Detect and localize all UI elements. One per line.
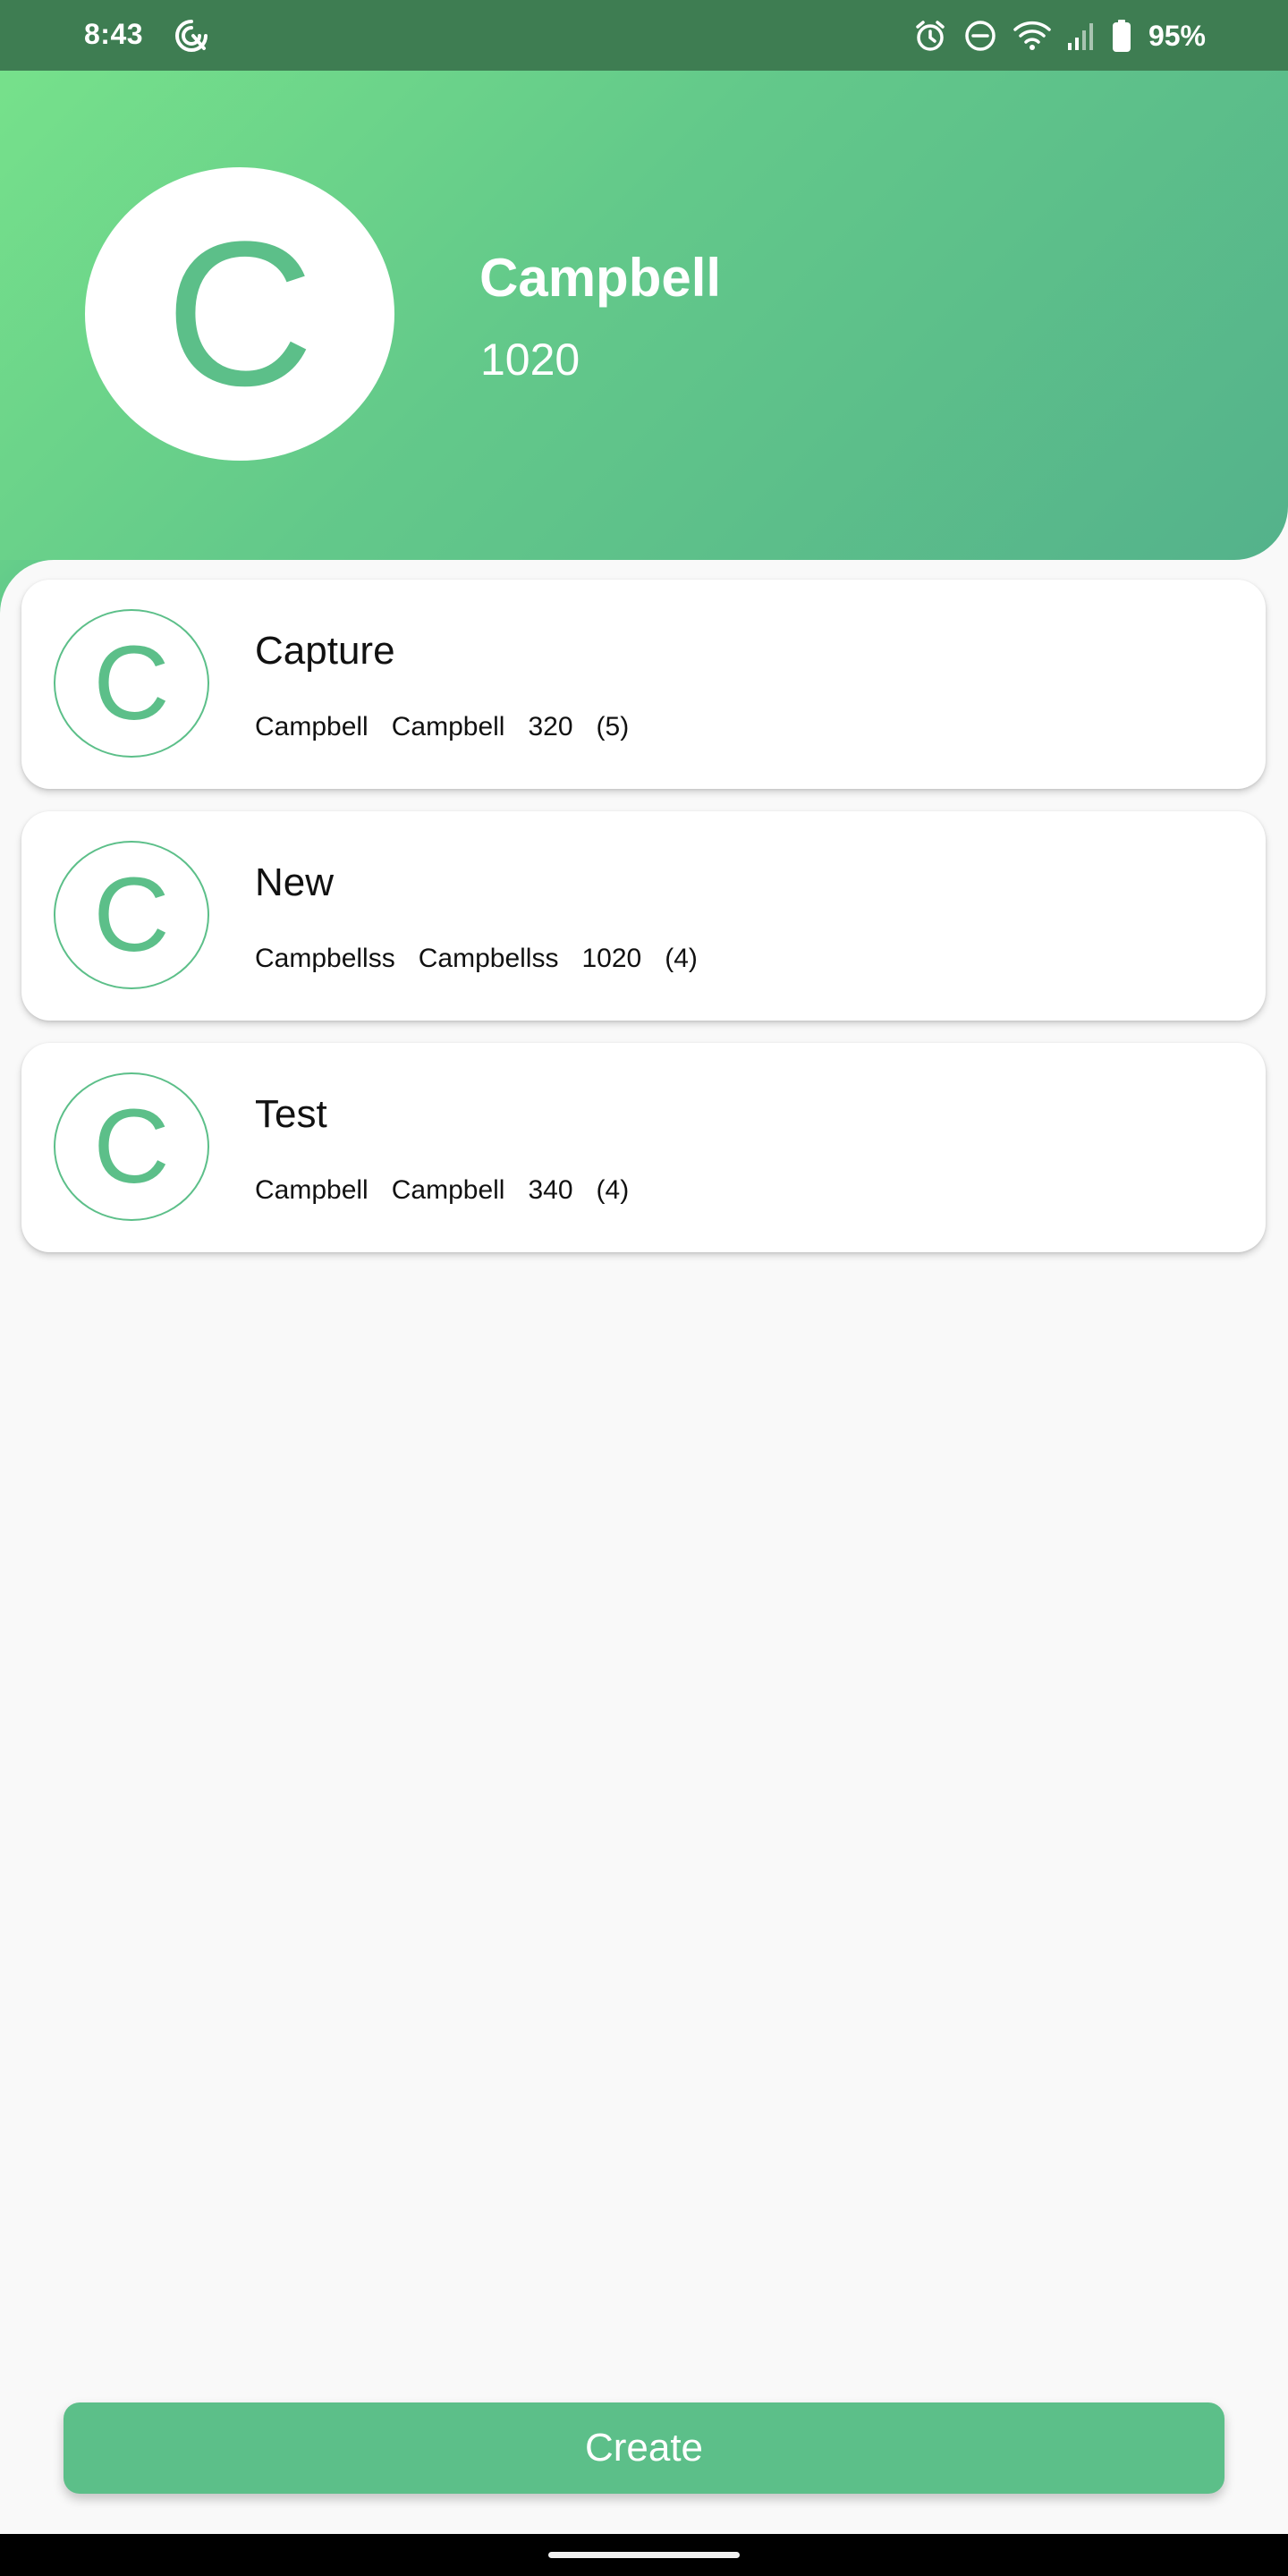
list-item-avatar: C [54, 609, 209, 758]
do-not-disturb-icon [962, 18, 998, 54]
system-nav-bar [0, 2534, 1288, 2576]
list-item-avatar: C [54, 841, 209, 989]
profile-score: 1020 [480, 335, 580, 385]
create-button[interactable]: Create [64, 2402, 1224, 2494]
list-item-title: Capture [255, 629, 395, 673]
list-item-meta-field: Campbell [255, 1175, 369, 1205]
status-bar: 8:43 95% [0, 0, 1288, 71]
list-item-meta-value: 340 [528, 1175, 573, 1205]
list-item-title: New [255, 860, 335, 904]
cell-signal-icon [1066, 18, 1097, 54]
status-icons: 95% [912, 16, 1206, 55]
profile-name: Campbell [479, 248, 722, 308]
profile-avatar[interactable]: C [85, 167, 394, 461]
list-item[interactable]: C New Campbellss Campbellss 1020 (4) [21, 811, 1266, 1021]
list-item-meta-count: (4) [665, 944, 698, 973]
alarm-icon [912, 18, 948, 54]
list-item-meta-field: Campbellss [255, 944, 395, 973]
app-screen: 8:43 95% C Campbell 1020 C Capture Campb… [0, 0, 1288, 2576]
app-notification-icon [172, 16, 211, 55]
list-item-meta-value: 320 [528, 712, 573, 741]
list-item-meta-field: Campbell [391, 712, 505, 741]
list-item-meta-value: 1020 [581, 944, 642, 973]
list-item-meta-count: (4) [596, 1175, 630, 1205]
list-item-avatar: C [54, 1072, 209, 1221]
battery-percentage: 95% [1148, 19, 1206, 52]
wifi-icon [1013, 18, 1052, 54]
list-item-meta-field: Campbellss [418, 944, 559, 973]
status-time: 8:43 [84, 18, 144, 50]
list-item[interactable]: C Test Campbell Campbell 340 (4) [21, 1043, 1266, 1252]
list-item-title: Test [255, 1092, 327, 1136]
list-item-meta-field: Campbell [255, 712, 369, 741]
list-item-meta: Campbell Campbell 340 (4) [255, 1175, 629, 1206]
list-item-meta: Campbell Campbell 320 (5) [255, 712, 629, 742]
battery-icon [1111, 18, 1132, 54]
list-item-meta-field: Campbell [391, 1175, 505, 1205]
home-gesture-handle[interactable] [548, 2552, 740, 2558]
list-item-meta: Campbellss Campbellss 1020 (4) [255, 944, 698, 974]
list-item[interactable]: C Capture Campbell Campbell 320 (5) [21, 580, 1266, 789]
list-item-meta-count: (5) [596, 712, 630, 741]
